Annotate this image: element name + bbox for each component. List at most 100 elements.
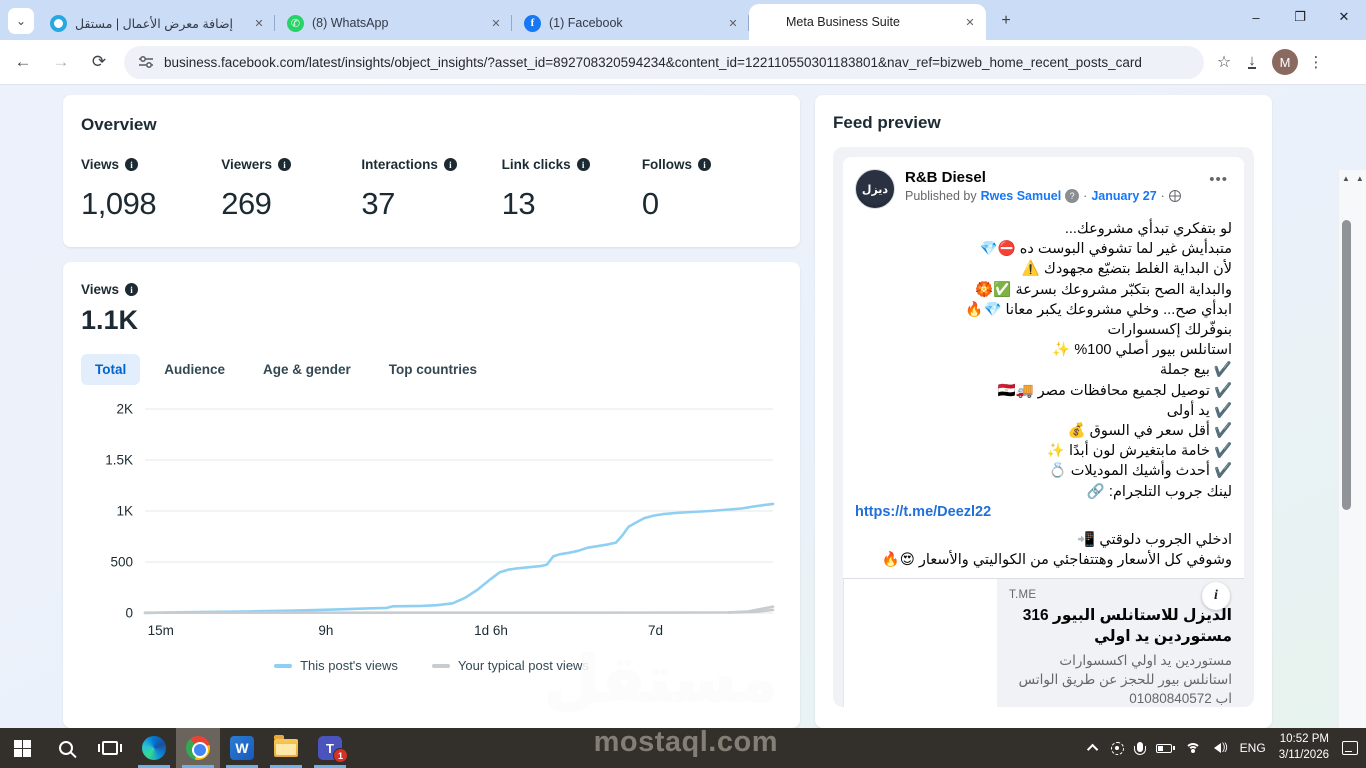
microphone-icon[interactable]	[1134, 741, 1146, 755]
browser-tab-2[interactable]: ✆ (8) WhatsApp ✕	[275, 6, 512, 40]
post-text-line: ابدأي صح... وخلي مشروعك يكبر معانا 💎🔥	[965, 301, 1232, 318]
link-info-button[interactable]: i	[1202, 582, 1230, 610]
post-text-line: استانلس بيور أصلي 100% ✨	[1052, 342, 1232, 359]
meta-icon: ∞	[765, 16, 774, 28]
downloads-icon[interactable]: ↓	[1238, 48, 1266, 76]
browser-toolbar: ← → ⟳ business.facebook.com/latest/insig…	[0, 40, 1366, 85]
window-controls: – ❐ ✕	[1234, 0, 1366, 34]
info-icon[interactable]: i	[443, 158, 457, 171]
site-settings-icon[interactable]	[138, 54, 154, 70]
reload-button[interactable]: ⟳	[84, 47, 114, 77]
chart-tab-age-gender[interactable]: Age & gender	[249, 354, 365, 385]
info-icon[interactable]: i	[278, 158, 291, 171]
tab-close-icon[interactable]: ✕	[488, 15, 504, 31]
window-minimize-button[interactable]: –	[1234, 0, 1278, 34]
post-text-line: ✔️ خامة مابتغيرش لون أبدًا ✨	[1046, 443, 1232, 460]
tab-search-button[interactable]: ⌄	[8, 8, 34, 34]
taskbar-clock[interactable]: 10:52 PM 3/11/2026	[1279, 732, 1329, 763]
mostaql-watermark-arabic: مستقل	[543, 643, 778, 715]
forward-button[interactable]: →	[46, 47, 76, 77]
address-bar[interactable]: business.facebook.com/latest/insights/ob…	[124, 45, 1204, 79]
scrollbar-thumb[interactable]	[1342, 220, 1351, 510]
metric-follows: Follows i 0	[642, 157, 782, 222]
taskbar-teams-button[interactable]: T 1	[308, 728, 352, 768]
svg-text:1d 6h: 1d 6h	[474, 623, 508, 638]
hidden-icons-chevron[interactable]	[1086, 743, 1099, 756]
tab-close-icon[interactable]: ✕	[725, 15, 741, 31]
browser-menu-icon[interactable]: ⋮	[1304, 50, 1328, 74]
post-byline: Published by Rwes Samuel ? · January 27 …	[905, 189, 1205, 203]
browser-tabs: إضافة معرض الأعمال | مستقل ✕ ✆ (8) WhatsApp…	[38, 0, 986, 40]
views-info-icon[interactable]: i	[125, 283, 139, 296]
chart-tab-total[interactable]: Total	[81, 354, 141, 385]
metric-interactions: Interactions i 37	[361, 157, 501, 222]
svg-text:0: 0	[125, 606, 133, 621]
chart-tab-audience[interactable]: Audience	[150, 354, 239, 385]
post-text-line: وشوفي كل الأسعار وهتتفاجئي من الكواليتي …	[881, 552, 1232, 569]
new-tab-button[interactable]: +	[995, 10, 1017, 32]
info-icon[interactable]: i	[698, 158, 712, 171]
window-restore-button[interactable]: ❐	[1278, 0, 1322, 34]
start-button[interactable]	[0, 728, 44, 768]
views-line-chart: 0 500 1K 1.5K 2K 15m 9h 1d 6h 7d	[105, 402, 775, 638]
screen-record-icon[interactable]	[1111, 741, 1124, 755]
volume-icon[interactable]: ))	[1214, 743, 1228, 753]
feed-preview-card: Feed preview ديزل R&B Diesel Published b…	[815, 95, 1272, 728]
link-preview-card[interactable]: T.ME الديزل للاستانلس البيور 316 مستوردي…	[843, 578, 1244, 707]
page-avatar: ديزل	[855, 169, 895, 209]
info-icon[interactable]: i	[125, 158, 139, 171]
svg-text:500: 500	[110, 555, 133, 570]
window-close-button[interactable]: ✕	[1322, 0, 1366, 34]
metric-label: Views	[81, 157, 120, 172]
browser-profile-avatar[interactable]: M	[1272, 49, 1298, 75]
tab-close-icon[interactable]: ✕	[251, 15, 267, 31]
chart-tab-top-countries[interactable]: Top countries	[375, 354, 491, 385]
tab-title: Meta Business Suite	[786, 15, 900, 29]
post-text-line: ✔️ أحدث وأشيك الموديلات 💍	[1048, 463, 1232, 480]
task-view-button[interactable]	[88, 728, 132, 768]
teams-icon: T 1	[318, 736, 348, 763]
back-button[interactable]: ←	[8, 47, 38, 77]
metric-value: 269	[221, 186, 272, 221]
info-icon[interactable]: i	[576, 158, 590, 171]
page-background: Overview Views i 1,098 Viewers i 269 Interacti…	[0, 85, 1366, 768]
legend-swatch	[274, 663, 293, 668]
browser-tab-strip: ⌄ إضافة معرض الأعمال | مستقل ✕ ✆ (8) WhatsA…	[0, 0, 1366, 40]
views-total-value: 1.1K	[81, 305, 139, 335]
globe-privacy-icon	[1168, 190, 1181, 202]
taskbar-search-button[interactable]	[44, 728, 88, 768]
metric-viewers: Viewers i 269	[221, 157, 361, 222]
battery-icon[interactable]	[1156, 743, 1175, 753]
taskbar-explorer-button[interactable]	[264, 728, 308, 768]
action-center-icon[interactable]	[1342, 741, 1358, 755]
post-date-link[interactable]: January 27	[1091, 189, 1156, 203]
metric-label: Viewers	[221, 157, 272, 172]
bookmark-star-icon[interactable]: ☆	[1210, 48, 1238, 76]
post-text-line: بنوفّرلك إكسسوارات	[1107, 322, 1232, 339]
tab-title: إضافة معرض الأعمال | مستقل	[75, 16, 234, 31]
question-badge-icon[interactable]: ?	[1065, 189, 1080, 203]
mostaql-icon	[50, 14, 67, 32]
page-scrollbar[interactable]: ▲▲ ▼▼	[1338, 170, 1366, 768]
metric-views: Views i 1,098	[81, 157, 221, 222]
taskbar-word-button[interactable]: W	[220, 728, 264, 768]
post-page-name[interactable]: R&B Diesel	[905, 169, 1205, 186]
browser-tab-3[interactable]: f (1) Facebook ✕	[512, 6, 749, 40]
post-author-link[interactable]: Rwes Samuel	[981, 189, 1062, 203]
telegram-link[interactable]: https://t.me/Deezl22	[855, 502, 1232, 522]
browser-tab-1[interactable]: إضافة معرض الأعمال | مستقل ✕	[38, 6, 275, 40]
language-indicator[interactable]: ENG	[1240, 741, 1266, 755]
taskbar-chrome-button[interactable]	[176, 728, 220, 768]
file-explorer-icon	[274, 735, 298, 757]
scroll-up-arrows[interactable]: ▲ ▲	[1342, 174, 1366, 183]
search-icon	[59, 741, 73, 755]
browser-tab-4[interactable]: ∞ Meta Business Suite ✕	[749, 4, 986, 40]
post-text-line: ✔️ يد أولى	[1166, 402, 1232, 419]
wifi-icon[interactable]	[1185, 742, 1201, 754]
svg-text:15m: 15m	[148, 623, 174, 638]
feed-preview-container: ديزل R&B Diesel Published by Rwes Samuel…	[833, 147, 1254, 707]
post-menu-icon[interactable]: •••	[1205, 169, 1232, 190]
views-label: Views	[81, 282, 120, 297]
tab-close-icon[interactable]: ✕	[962, 14, 978, 30]
taskbar-edge-button[interactable]	[132, 728, 176, 768]
